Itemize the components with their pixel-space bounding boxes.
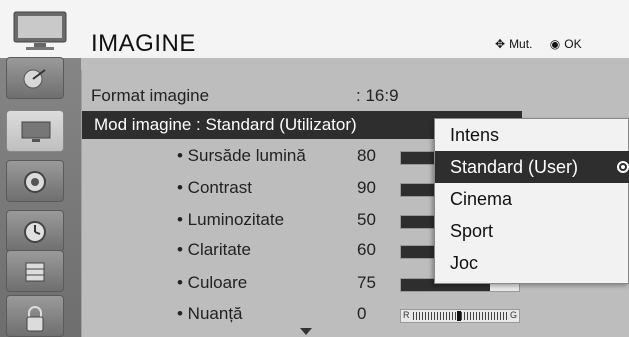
option-joc[interactable]: Joc xyxy=(435,247,629,279)
scroll-down-icon[interactable] xyxy=(300,328,312,335)
setting-value: 90 xyxy=(357,178,376,197)
setting-value: 0 xyxy=(357,304,367,323)
setting-label: • Claritate xyxy=(177,240,251,259)
ok-hint: OK xyxy=(564,37,582,51)
option-sport[interactable]: Sport xyxy=(435,215,629,247)
navigation-hints: ✥ Mut. ◉ OK xyxy=(495,37,586,51)
monitor-icon xyxy=(21,121,51,142)
ok-button-icon: ◉ xyxy=(549,37,561,51)
setting-label: • Luminozitate xyxy=(177,210,285,229)
picture-mode-label: Mod imagine : Standard (Utilizator) xyxy=(94,115,357,134)
option-label: Joc xyxy=(450,253,479,273)
calendar-icon xyxy=(25,262,45,282)
sidebar-item-time[interactable] xyxy=(6,210,64,252)
sidebar-header xyxy=(0,0,81,58)
format-row[interactable]: Format imagine : 16:9 xyxy=(82,84,522,110)
option-label: Sport xyxy=(450,221,494,241)
speaker-icon xyxy=(24,171,46,193)
selected-radio-icon xyxy=(617,161,629,173)
option-standard-user[interactable]: Standard (User) xyxy=(435,151,629,183)
tv-osd-screen: IMAGINE ✥ Mut. ◉ OK Format imagine : 16:9 … xyxy=(0,0,629,337)
tv-icon xyxy=(13,11,67,50)
setting-value: 50 xyxy=(357,210,376,229)
tint-marker xyxy=(457,311,461,321)
picture-mode-popup: Intens Standard (User) Cinema Sport Joc xyxy=(434,118,629,284)
move-hint: Mut. xyxy=(509,37,533,51)
clock-icon xyxy=(24,221,46,243)
option-cinema[interactable]: Cinema xyxy=(435,183,629,215)
format-value: : 16:9 xyxy=(356,86,399,105)
option-label: Standard (User) xyxy=(450,157,579,177)
arrows-icon: ✥ xyxy=(495,37,506,51)
sidebar-item-audio[interactable] xyxy=(6,160,64,202)
setting-value: 60 xyxy=(357,240,376,259)
setting-label: • Culoare xyxy=(177,273,248,292)
lock-icon xyxy=(26,306,44,332)
setting-value: 75 xyxy=(357,273,376,292)
option-intens[interactable]: Intens xyxy=(435,119,629,151)
sidebar-item-picture[interactable] xyxy=(6,110,64,152)
category-sidebar xyxy=(0,0,81,337)
setting-label: • Nuanță xyxy=(177,304,243,323)
tint-green-label: G xyxy=(509,310,517,320)
format-label: Format imagine xyxy=(91,86,210,105)
setting-tint[interactable]: • Nuanță 0 R G xyxy=(82,300,522,328)
tint-red-label: R xyxy=(403,310,410,320)
satellite-dish-icon xyxy=(23,69,46,89)
sidebar-item-options[interactable] xyxy=(6,250,64,292)
tint-slider[interactable]: R G xyxy=(400,309,520,323)
option-label: Intens xyxy=(450,125,500,145)
option-label: Cinema xyxy=(450,189,513,209)
setting-label: • Contrast xyxy=(177,178,252,197)
sidebar-item-lock[interactable] xyxy=(6,295,64,337)
sidebar-item-channels[interactable] xyxy=(6,57,64,99)
setting-label: • Sursăde lumină xyxy=(177,146,306,165)
setting-value: 80 xyxy=(357,146,376,165)
page-title: IMAGINE xyxy=(91,30,196,57)
menu-header: IMAGINE ✥ Mut. ◉ OK xyxy=(81,0,629,58)
